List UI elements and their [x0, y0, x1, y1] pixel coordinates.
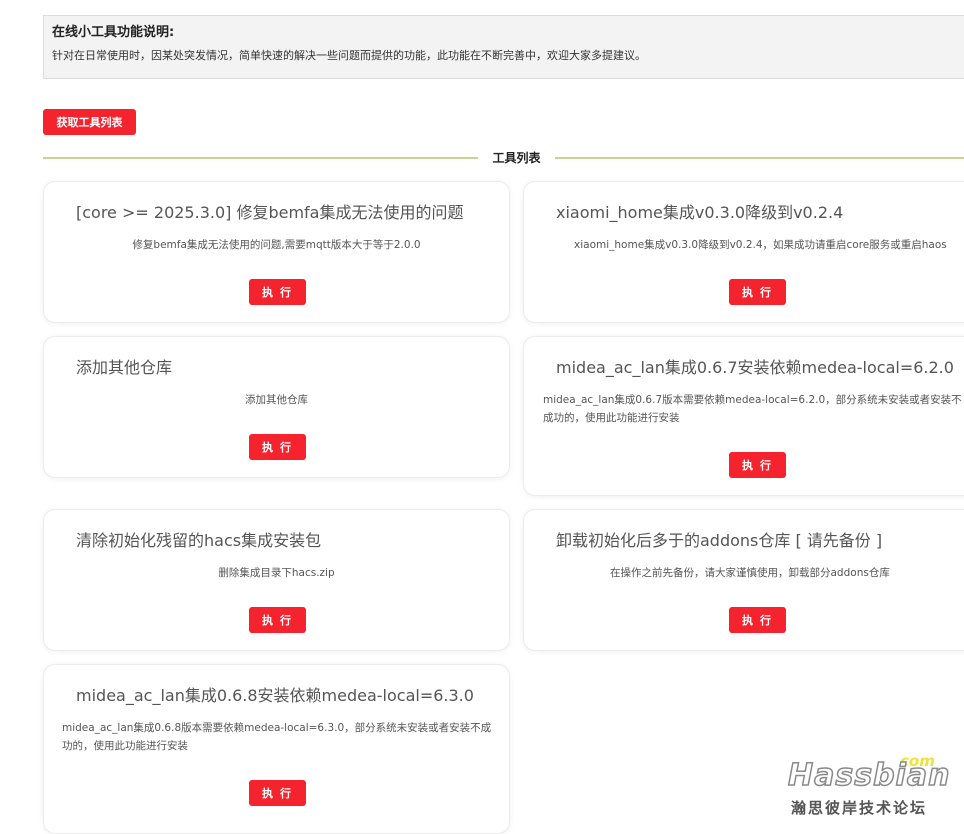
section-title: 工具列表 — [492, 151, 541, 165]
tool-description: 在操作之前先备份，请大家谨慎使用，卸载部分addons仓库 — [610, 567, 890, 579]
tool-title: 卸载初始化后多于的addons仓库 [ 请先备份 ] — [556, 531, 883, 550]
run-button[interactable]: 执 行 — [729, 279, 786, 305]
tool-title: 添加其他仓库 — [76, 358, 173, 377]
notice-title: 在线小工具功能说明: — [52, 25, 175, 40]
fetch-tool-list-button[interactable]: 获取工具列表 — [43, 109, 136, 135]
tool-title: [core >= 2025.3.0] 修复bemfa集成无法使用的问题 — [76, 203, 464, 222]
tool-description: midea_ac_lan集成0.6.7版本需要依赖medea-local=6.2… — [543, 394, 962, 424]
tool-card-uninstall-addons-repo: 卸载初始化后多于的addons仓库 [ 请先备份 ] 在操作之前先备份，请大家谨… — [523, 509, 964, 651]
watermark-brand: Hassbian — [787, 757, 951, 794]
run-button[interactable]: 执 行 — [249, 434, 306, 460]
tool-card-fix-bemfa: [core >= 2025.3.0] 修复bemfa集成无法使用的问题 修复be… — [43, 181, 510, 323]
tool-card-midea-068-dependency: midea_ac_lan集成0.6.8安装依赖medea-local=6.3.0… — [43, 664, 510, 834]
tool-card-add-repository: 添加其他仓库 添加其他仓库 执 行 — [43, 336, 510, 478]
tool-description: 删除集成目录下hacs.zip — [218, 567, 335, 579]
run-button[interactable]: 执 行 — [249, 279, 306, 305]
tool-card-midea-067-dependency: midea_ac_lan集成0.6.7安装依赖medea-local=6.2.0… — [523, 336, 964, 496]
run-button[interactable]: 执 行 — [249, 607, 306, 633]
tool-title: midea_ac_lan集成0.6.7安装依赖medea-local=6.2.0 — [556, 358, 954, 377]
tool-description: 修复bemfa集成无法使用的问题,需要mqtt版本大于等于2.0.0 — [132, 239, 421, 251]
notice-text: 针对在日常使用时，因某处突发情况，简单快速的解决一些问题而提供的功能，此功能在不… — [52, 49, 646, 62]
notice-box: 在线小工具功能说明: 针对在日常使用时，因某处突发情况，简单快速的解决一些问题而… — [43, 15, 964, 79]
run-button[interactable]: 执 行 — [729, 452, 786, 478]
tool-title: midea_ac_lan集成0.6.8安装依赖medea-local=6.3.0 — [76, 686, 474, 705]
tool-title: 清除初始化残留的hacs集成安装包 — [76, 531, 322, 550]
run-button[interactable]: 执 行 — [729, 607, 786, 633]
divider-left — [43, 157, 478, 159]
watermark-subtitle: 瀚思彼岸技术论坛 — [791, 799, 928, 817]
tool-description: 添加其他仓库 — [245, 394, 308, 406]
watermark-logo: com Hassbian 瀚思彼岸技术论坛 — [787, 752, 951, 822]
tool-description: midea_ac_lan集成0.6.8版本需要依赖medea-local=6.3… — [62, 722, 492, 752]
tool-title: xiaomi_home集成v0.3.0降级到v0.2.4 — [556, 203, 844, 222]
tool-description: xiaomi_home集成v0.3.0降级到v0.2.4，如果成功请重启core… — [574, 239, 947, 251]
divider-right — [555, 157, 964, 159]
run-button[interactable]: 执 行 — [249, 780, 306, 806]
tool-card-clear-hacs-package: 清除初始化残留的hacs集成安装包 删除集成目录下hacs.zip 执 行 — [43, 509, 510, 651]
tool-card-xiaomi-home-downgrade: xiaomi_home集成v0.3.0降级到v0.2.4 xiaomi_home… — [523, 181, 964, 323]
